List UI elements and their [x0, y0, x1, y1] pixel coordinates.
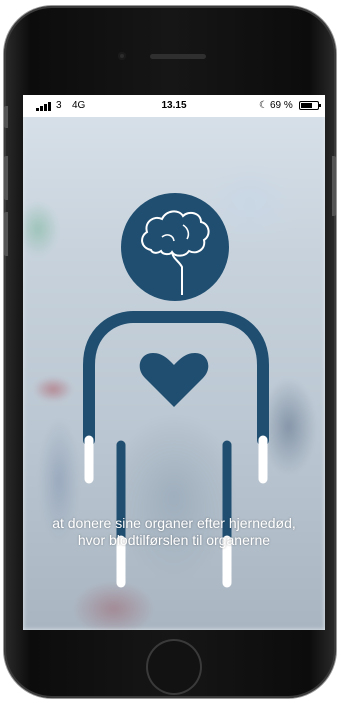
phone-frame: 3 4G 13.15 ☾ 69 % at donere sine organer…: [4, 6, 336, 698]
front-camera: [118, 52, 126, 60]
caption-line-2: hvor blodtilførslen til organerne: [77, 532, 271, 548]
phone-screen[interactable]: 3 4G 13.15 ☾ 69 % at donere sine organer…: [23, 95, 325, 630]
power-button: [332, 156, 336, 216]
home-button[interactable]: [146, 639, 202, 695]
caption-line-1: at donere sine organer efter hjernedød,: [52, 515, 296, 531]
body-illustration: [83, 193, 269, 588]
earpiece-speaker: [150, 54, 206, 59]
volume-down-button: [4, 212, 8, 256]
heart-icon: [139, 353, 209, 407]
subtitle-caption: at donere sine organer efter hjernedød, …: [23, 515, 325, 549]
mute-switch: [4, 106, 8, 128]
brain-icon: [121, 193, 229, 301]
volume-up-button: [4, 156, 8, 200]
